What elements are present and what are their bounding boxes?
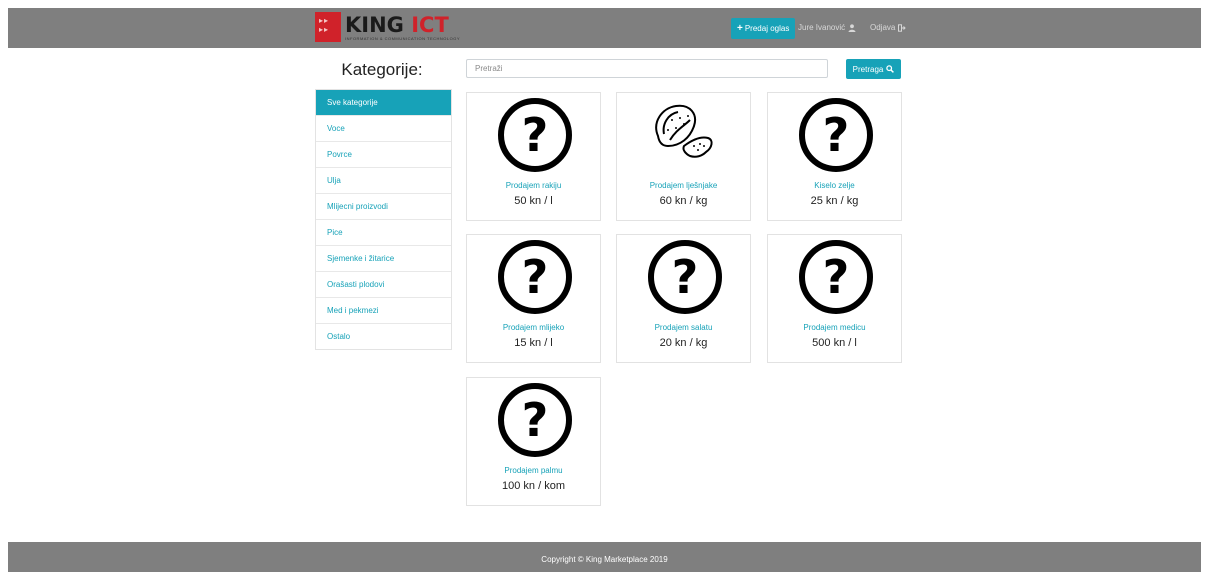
listing-price: 25 kn / kg [810, 195, 859, 207]
search-button-label: Pretraga [852, 64, 884, 74]
logout-icon [898, 23, 907, 32]
sidebar-item-oils[interactable]: Ulja [316, 167, 451, 193]
listing-title[interactable]: Prodajem medicu [768, 323, 901, 332]
listing-card[interactable]: Prodajem lješnjake 60 kn / kg [616, 92, 751, 221]
listing-price: 50 kn / l [514, 195, 553, 207]
listing-title[interactable]: Prodajem mlijeko [467, 323, 600, 332]
svg-text:?: ? [823, 108, 850, 162]
listing-card[interactable]: ? Prodajem mlijeko 15 kn / l [466, 234, 601, 363]
question-mark-icon: ? [498, 98, 572, 172]
listing-title[interactable]: Prodajem palmu [467, 466, 600, 475]
logout-link[interactable]: Odjava [870, 23, 907, 32]
sidebar-item-seeds-grains[interactable]: Sjemenke i žitarice [316, 245, 451, 271]
logout-label: Odjava [870, 23, 896, 32]
listing-price: 60 kn / kg [659, 195, 708, 207]
listing-card[interactable]: ? Prodajem salatu 20 kn / kg [616, 234, 751, 363]
sidebar-item-dairy[interactable]: Mlijecni proizvodi [316, 193, 451, 219]
listing-price: 100 kn / kom [502, 480, 565, 492]
top-navbar: ▸▸ ▸▸ KING ICT INFORMATION & COMMUNICATI… [8, 8, 1201, 48]
listing-title[interactable]: Prodajem salatu [617, 323, 750, 332]
search-icon [886, 65, 895, 73]
logo-title-king: KING [345, 12, 404, 37]
logo-title-ict: ICT [411, 12, 449, 37]
user-name: Jure Ivanović [798, 23, 846, 32]
listing-card[interactable]: ? Prodajem medicu 500 kn / l [767, 234, 902, 363]
svg-text:?: ? [823, 250, 850, 304]
question-mark-icon: ? [498, 240, 572, 314]
page-footer: Copyright © King Marketplace 2019 [8, 542, 1201, 572]
question-mark-icon: ? [498, 383, 572, 457]
sidebar-item-drinks[interactable]: Pice [316, 219, 451, 245]
listing-price: 15 kn / l [514, 337, 553, 349]
sidebar-item-all-categories[interactable]: Sve kategorije [316, 90, 451, 115]
sidebar-item-other[interactable]: Ostalo [316, 323, 451, 349]
category-sidebar: Sve kategorije Voce Povrce Ulja Mlijecni… [315, 89, 452, 350]
listing-title[interactable]: Kiselo zelje [768, 181, 901, 190]
king-ict-logo[interactable]: ▸▸ ▸▸ KING ICT INFORMATION & COMMUNICATI… [315, 12, 460, 42]
sell-ad-label: Predaj oglas [744, 24, 790, 33]
svg-text:?: ? [522, 250, 549, 304]
copyright-text: Copyright © King Marketplace 2019 [541, 555, 668, 564]
question-mark-icon: ? [799, 98, 873, 172]
listing-title[interactable]: Prodajem rakiju [467, 181, 600, 190]
listing-price: 20 kn / kg [659, 337, 708, 349]
svg-text:?: ? [522, 108, 549, 162]
question-mark-icon: ? [799, 240, 873, 314]
sidebar-item-honey-jams[interactable]: Med i pekmezi [316, 297, 451, 323]
logo-emblem: ▸▸ ▸▸ [315, 12, 341, 42]
question-mark-icon: ? [648, 240, 722, 314]
search-input[interactable] [466, 59, 828, 78]
listing-card[interactable]: ? Prodajem rakiju 50 kn / l [466, 92, 601, 221]
sell-ad-button[interactable]: + Predaj oglas [731, 18, 796, 39]
listing-card[interactable]: ? Kiselo zelje 25 kn / kg [767, 92, 902, 221]
plus-icon: + [737, 23, 743, 34]
listing-title[interactable]: Prodajem lješnjake [617, 181, 750, 190]
svg-text:?: ? [522, 393, 549, 447]
svg-text:?: ? [672, 250, 699, 304]
user-icon [848, 23, 856, 32]
logo-subtitle: INFORMATION & COMMUNICATION TECHNOLOGY [345, 35, 461, 41]
sidebar-item-vegetables[interactable]: Povrce [316, 141, 451, 167]
listing-card[interactable]: ? Prodajem palmu 100 kn / kom [466, 377, 601, 506]
user-profile-link[interactable]: Jure Ivanović [798, 23, 856, 32]
hazelnut-icon [655, 104, 713, 158]
sidebar-item-nuts[interactable]: Orašasti plodovi [316, 271, 451, 297]
listing-price: 500 kn / l [812, 337, 857, 349]
categories-heading: Kategorije: [341, 60, 423, 79]
sidebar-item-fruit[interactable]: Voce [316, 115, 451, 141]
search-button[interactable]: Pretraga [846, 59, 901, 79]
